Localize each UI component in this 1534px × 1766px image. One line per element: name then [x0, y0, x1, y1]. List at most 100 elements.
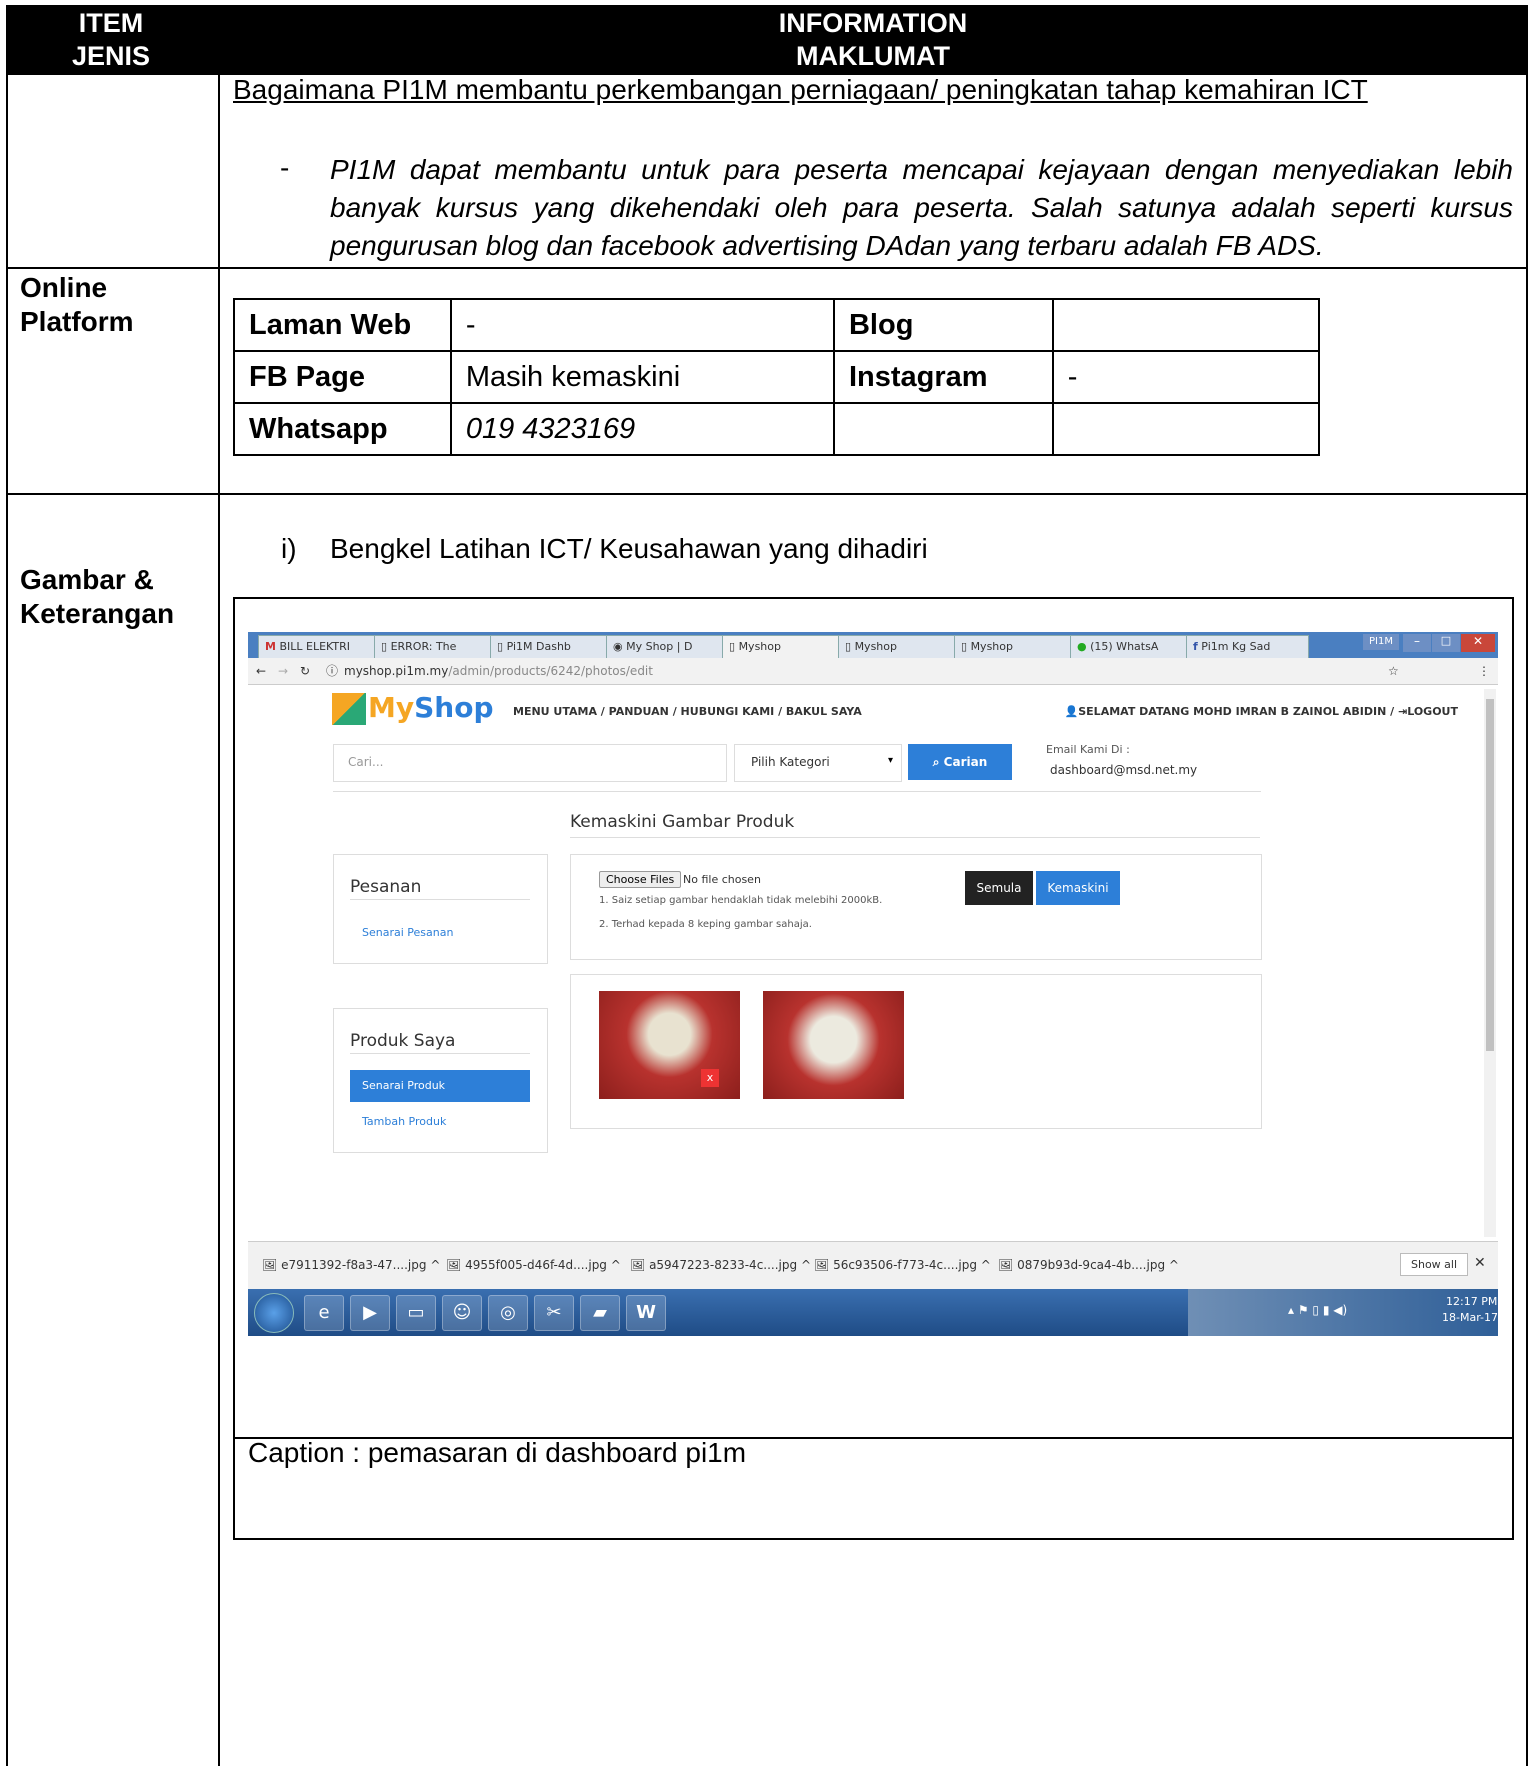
- image-file-icon: 🖼: [630, 1258, 646, 1272]
- sticky-notes-icon[interactable]: ▰: [580, 1295, 620, 1331]
- category-select[interactable]: Pilih Kategori ▾: [734, 744, 902, 782]
- download-filename: 4955f005-d46f-4d....jpg: [465, 1258, 607, 1272]
- upload-note: 2. Terhad kepada 8 keping gambar sahaja.: [599, 919, 812, 930]
- maximize-icon[interactable]: □: [1432, 634, 1460, 652]
- image-caption: Caption : pemasaran di dashboard pi1m: [248, 1437, 747, 1468]
- window-controls: – □ ✕: [1403, 634, 1495, 652]
- browser-tab[interactable]: ▯ Myshop: [954, 635, 1077, 659]
- image-file-icon: 🖼: [446, 1258, 462, 1272]
- cell-fb-page-value: Masih kemaskini: [449, 350, 835, 404]
- delete-photo-button[interactable]: x: [701, 1069, 719, 1087]
- internet-explorer-icon[interactable]: e: [304, 1295, 344, 1331]
- clock-time: 12:17 PM: [1446, 1295, 1498, 1308]
- system-tray: ▴ ⚑ ▯ ▮ ◀) 12:17 PM 18-Mar-17: [1188, 1289, 1498, 1336]
- reload-icon[interactable]: ↻: [300, 658, 310, 684]
- url-path: /admin/products/6242/photos/edit: [448, 664, 653, 678]
- chevron-up-icon: ^: [800, 1258, 812, 1272]
- scrollbar-track[interactable]: [1484, 689, 1496, 1237]
- logo-my: My: [368, 691, 415, 724]
- product-photo: [763, 991, 904, 1099]
- cell-empty: [832, 402, 1054, 456]
- star-icon[interactable]: ☆: [1388, 658, 1399, 684]
- scrollbar-thumb[interactable]: [1486, 699, 1494, 1051]
- browser-tab[interactable]: ● (15) WhatsA: [1070, 635, 1193, 659]
- reset-button[interactable]: Semula: [965, 871, 1033, 905]
- chevron-up-icon: ^: [980, 1258, 991, 1272]
- download-item[interactable]: 🖼 e7911392-f8a3-47....jpg ^: [262, 1258, 440, 1272]
- main-nav[interactable]: MENU UTAMA / PANDUAN / HUBUNGI KAMI / BA…: [513, 705, 862, 718]
- start-button-icon[interactable]: [254, 1293, 294, 1333]
- browser-tab[interactable]: ▯ ERROR: The: [374, 635, 497, 659]
- site-icon: ◉: [613, 640, 623, 653]
- close-icon[interactable]: ✕: [1461, 634, 1495, 652]
- cell-instagram-label: Instagram: [832, 350, 1054, 404]
- browser-tab-active[interactable]: ▯ Myshop: [722, 635, 845, 659]
- cell-laman-web-value: -: [449, 298, 835, 352]
- sidebar-title: Produk Saya: [350, 1031, 456, 1051]
- welcome-text: SELAMAT DATANG MOHD IMRAN B ZAINOL ABIDI…: [1078, 705, 1398, 718]
- chevron-up-icon: ^: [430, 1258, 441, 1272]
- search-icon: ⌕: [932, 755, 940, 769]
- list-item-text: Bengkel Latihan ICT/ Keusahawan yang dih…: [330, 533, 928, 564]
- download-item[interactable]: 🖼 56c93506-f773-4c....jpg ^: [814, 1258, 991, 1272]
- facebook-icon: f: [1193, 640, 1198, 653]
- url-field[interactable]: myshop.pi1m.my/admin/products/6242/photo…: [344, 658, 653, 684]
- contacts-icon[interactable]: ☺: [442, 1295, 482, 1331]
- folder-icon[interactable]: ▭: [396, 1295, 436, 1331]
- download-item[interactable]: 🖼 4955f005-d46f-4d....jpg ^: [446, 1258, 621, 1272]
- download-item[interactable]: 🖼 a5947223-8233-4c....jpg ^: [630, 1258, 811, 1272]
- media-player-icon[interactable]: ▶: [350, 1295, 390, 1331]
- chevron-up-icon: ^: [1168, 1258, 1179, 1272]
- logout-link[interactable]: LOGOUT: [1407, 705, 1458, 718]
- header-jenis-label: JENIS: [71, 41, 151, 71]
- word-icon[interactable]: W: [626, 1295, 666, 1331]
- sidebar-item-senarai-produk[interactable]: Senarai Produk: [350, 1070, 530, 1102]
- browser-screenshot: M BILL ELEKTRI ▯ ERROR: The ▯ Pi1M Dashb…: [248, 632, 1498, 1336]
- table-row: Whatsapp 019 4323169: [233, 402, 1321, 456]
- show-all-button[interactable]: Show all: [1400, 1253, 1469, 1276]
- forward-icon[interactable]: →: [278, 658, 288, 684]
- sidebar-item-tambah-produk[interactable]: Tambah Produk: [362, 1115, 446, 1128]
- user-icon: 👤: [1064, 705, 1079, 718]
- menu-icon[interactable]: ⋮: [1478, 658, 1490, 684]
- email-label: Email Kami Di :: [1046, 743, 1130, 756]
- browser-tab[interactable]: ▯ Myshop: [838, 635, 961, 659]
- download-filename: a5947223-8233-4c....jpg: [649, 1258, 798, 1272]
- category-label: Pilih Kategori: [751, 755, 830, 769]
- header-information-label: INFORMATION: [778, 8, 968, 38]
- snipping-tool-icon[interactable]: ✂: [534, 1295, 574, 1331]
- search-button[interactable]: ⌕ Carian: [908, 744, 1012, 780]
- cell-instagram-value: -: [1051, 350, 1321, 404]
- tab-label: ERROR: The: [390, 640, 457, 653]
- upload-panel: Choose Files No file chosen 1. Saiz seti…: [570, 854, 1262, 960]
- search-input[interactable]: Cari...: [333, 744, 727, 782]
- user-nav: 👤SELAMAT DATANG MOHD IMRAN B ZAINOL ABID…: [1065, 705, 1458, 718]
- browser-tab[interactable]: f Pi1m Kg Sad: [1186, 635, 1309, 659]
- tab-label: Myshop: [970, 640, 1013, 653]
- update-button[interactable]: Kemaskini: [1036, 871, 1120, 905]
- cell-fb-page-label: FB Page: [233, 350, 452, 404]
- download-filename: 56c93506-f773-4c....jpg: [833, 1258, 977, 1272]
- list-number: i): [281, 533, 297, 564]
- choose-files-button[interactable]: Choose Files: [599, 871, 682, 888]
- divider: [333, 791, 1261, 792]
- tab-label: Myshop: [854, 640, 897, 653]
- url-host: myshop.pi1m.my: [344, 664, 449, 678]
- close-icon[interactable]: ✕: [1474, 1255, 1486, 1271]
- downloads-bar: 🖼 e7911392-f8a3-47....jpg ^ 🖼 4955f005-d…: [248, 1241, 1498, 1290]
- tab-label: Pi1m Kg Sad: [1201, 640, 1271, 653]
- back-icon[interactable]: ←: [256, 658, 266, 684]
- download-item[interactable]: 🖼 0879b93d-9ca4-4b....jpg ^: [998, 1258, 1179, 1272]
- bullet-text: PI1M dapat membantu untuk para peserta m…: [330, 154, 1513, 261]
- browser-tab[interactable]: M BILL ELEKTRI: [258, 635, 381, 659]
- minimize-icon[interactable]: –: [1403, 634, 1431, 652]
- browser-tab[interactable]: ▯ Pi1M Dashb: [490, 635, 613, 659]
- logo[interactable]: MyShop: [368, 691, 494, 724]
- product-photo: x: [599, 991, 740, 1099]
- sidebar-item-senarai-pesanan[interactable]: Senarai Pesanan: [362, 926, 453, 939]
- header-maklumat-label: MAKLUMAT: [796, 41, 950, 71]
- chrome-icon[interactable]: ◎: [488, 1295, 528, 1331]
- browser-tab[interactable]: ◉ My Shop | D: [606, 635, 729, 659]
- clock-date: 18-Mar-17: [1442, 1311, 1498, 1324]
- search-placeholder: Cari...: [348, 755, 384, 769]
